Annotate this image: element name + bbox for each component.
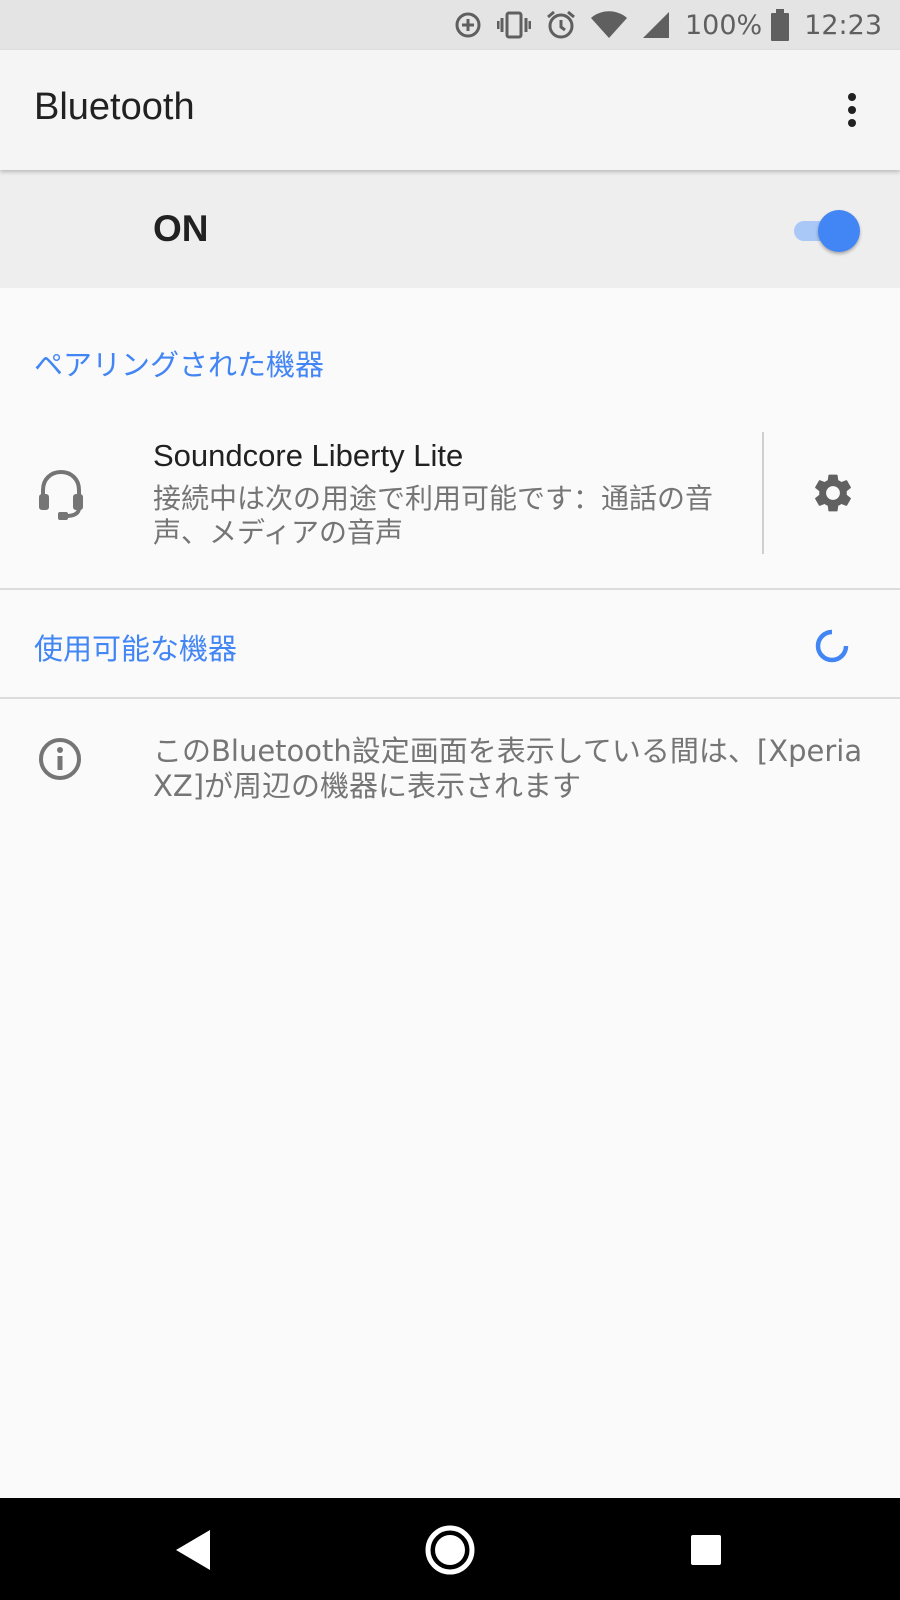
bluetooth-toggle[interactable] (788, 208, 860, 252)
divider (762, 432, 764, 554)
vibrate-icon (496, 10, 531, 40)
recents-icon (691, 1535, 721, 1565)
more-options-button[interactable] (828, 84, 876, 136)
device-name: Soundcore Liberty Lite (153, 438, 464, 473)
paired-devices-header: ペアリングされた機器 (34, 348, 325, 382)
info-icon (36, 735, 84, 783)
alarm-icon (545, 9, 577, 41)
more-vert-icon (848, 93, 856, 127)
back-button[interactable] (168, 1524, 220, 1576)
clock: 12:23 (804, 9, 882, 41)
visibility-info-text: このBluetooth設定画面を表示している間は、[Xperia XZ]が周辺の… (153, 734, 863, 803)
status-bar: 100% 12:23 (0, 0, 900, 50)
spinner-icon (812, 626, 852, 666)
section-divider (0, 697, 900, 699)
navigation-bar (0, 1498, 900, 1600)
paired-device-row[interactable]: Soundcore Liberty Lite 接続中は次の用途で利用可能です：通… (0, 420, 900, 585)
app-bar: Bluetooth (0, 50, 900, 170)
device-summary: 接続中は次の用途で利用可能です：通話の音声、メディアの音声 (153, 482, 714, 549)
battery-icon (770, 9, 790, 41)
bluetooth-master-switch-row[interactable]: ON (0, 170, 900, 288)
switch-label: ON (153, 208, 209, 249)
back-icon (176, 1530, 210, 1570)
headset-icon (36, 468, 86, 522)
device-settings-button[interactable] (804, 464, 862, 522)
gear-icon (815, 474, 851, 512)
recents-button[interactable] (680, 1524, 732, 1576)
signal-icon (641, 10, 671, 40)
wifi-icon (590, 10, 627, 40)
section-divider (0, 588, 900, 590)
toggle-thumb (818, 210, 860, 252)
battery-percent: 100% (684, 9, 763, 41)
page-title: Bluetooth (34, 86, 195, 128)
data-saver-icon (453, 10, 483, 40)
home-button[interactable] (424, 1524, 476, 1576)
home-icon (425, 1525, 475, 1575)
available-devices-header: 使用可能な機器 (34, 632, 238, 666)
